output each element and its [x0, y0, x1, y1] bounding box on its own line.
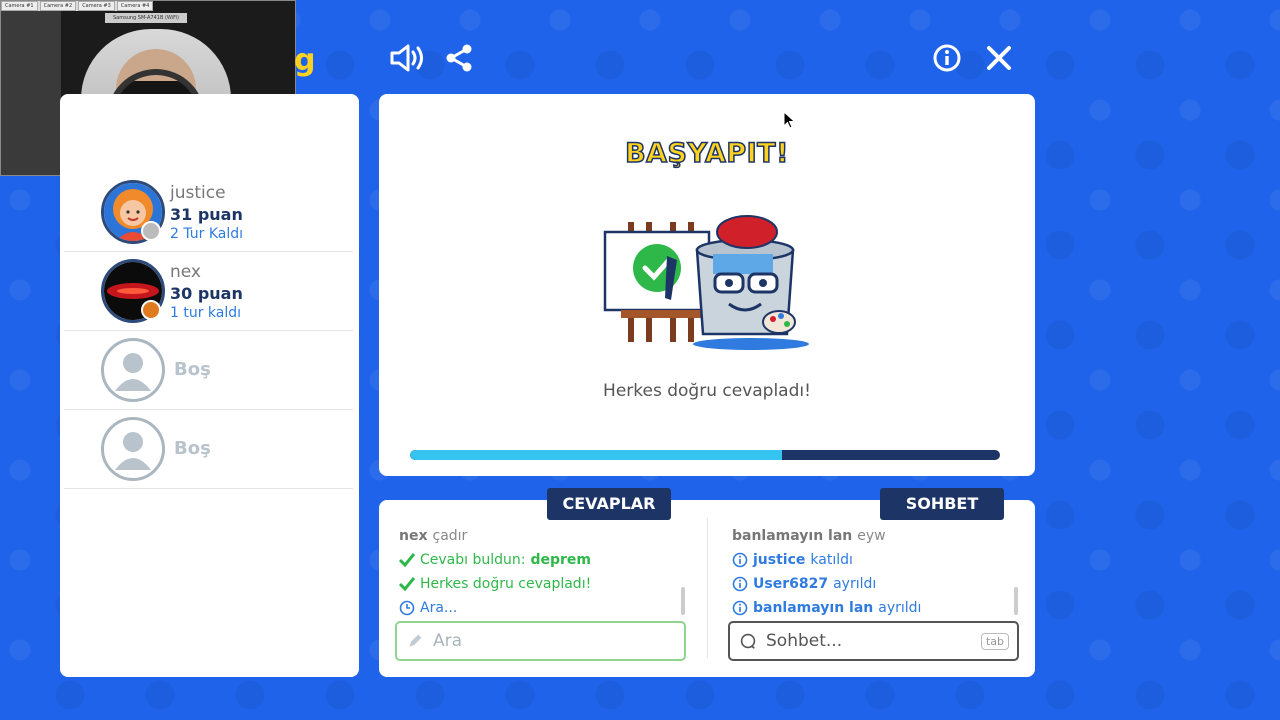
player-score: 31 puan — [170, 205, 243, 224]
result-card: BAŞYAPIT! Herkes doğru cevapladı! — [379, 94, 1035, 476]
logo-fragment: g — [294, 43, 316, 78]
tab-chat[interactable]: SOHBET — [880, 488, 1004, 520]
player-name: nex — [170, 262, 201, 282]
chat-user: banlamayın lan — [753, 600, 874, 616]
share-icon — [446, 44, 472, 72]
result-message: Herkes doğru cevapladı! — [603, 381, 811, 401]
player-row: nex 30 puan 1 tur kaldı — [64, 252, 353, 331]
message-text: katıldı — [810, 552, 853, 568]
message-text: Herkes doğru cevapladı! — [420, 576, 592, 592]
chat-list: banlamayın lan eyw justice katıldı User6… — [732, 524, 1022, 620]
list-item: Cevabı buldun: deprem — [399, 548, 689, 572]
webcam-tabs: Camera #1 Camera #2 Camera #3 Camera #4 — [1, 1, 154, 11]
message-text: çadır — [432, 528, 468, 544]
webcam-device-label: Samsung SM-A741B (WiFi) — [105, 13, 187, 23]
player-turns-left: 1 tur kaldı — [170, 305, 242, 321]
player-row-empty: Boş — [64, 331, 353, 410]
divider — [707, 518, 708, 658]
player-row-empty: Boş — [64, 410, 353, 489]
player-empty-label: Boş — [174, 438, 211, 459]
info-button[interactable] — [929, 40, 965, 76]
webcam-tab: Camera #3 — [78, 1, 115, 11]
webcam-tab: Camera #4 — [116, 1, 154, 11]
message-text: ayrıldı — [833, 576, 877, 592]
message-text: eyw — [857, 528, 886, 544]
mouse-cursor-icon — [783, 111, 795, 129]
status-indicator — [141, 221, 161, 241]
player-empty-label: Boş — [174, 359, 211, 380]
list-item: justice katıldı — [732, 548, 1022, 572]
players-panel: justice 31 puan 2 Tur Kaldı nex 30 puan … — [60, 94, 359, 677]
result-title: BAŞYAPIT! — [624, 137, 789, 170]
message-author: banlamayın lan — [732, 528, 853, 544]
status-indicator — [141, 300, 161, 320]
player-turns-left: 2 Tur Kaldı — [170, 226, 244, 242]
webcam-tab: Camera #2 — [39, 1, 77, 11]
answer-word: deprem — [530, 552, 592, 568]
painter-mascot-illustration — [603, 215, 809, 350]
webcam-side — [1, 1, 61, 175]
close-icon — [987, 46, 1011, 70]
empty-avatar-icon — [101, 338, 165, 402]
webcam-tab: Camera #1 — [1, 1, 38, 11]
player-name: justice — [170, 183, 226, 203]
chat-user: User6827 — [753, 576, 829, 592]
message-text: Cevabı buldun: — [420, 552, 526, 568]
message-author: nex — [399, 528, 428, 544]
message-text: ayrıldı — [878, 600, 922, 616]
pencil-icon — [407, 633, 423, 649]
tab-shortcut-hint: tab — [980, 633, 1009, 650]
list-item: Ara... — [399, 596, 689, 620]
round-progress-bar — [410, 450, 1000, 460]
info-icon — [933, 44, 961, 72]
info-icon — [732, 552, 748, 568]
close-button[interactable] — [981, 40, 1017, 76]
answer-input[interactable]: Ara — [395, 621, 686, 661]
player-score: 30 puan — [170, 284, 243, 303]
chat-bubble-icon — [740, 633, 756, 649]
speaker-icon — [390, 44, 423, 72]
progress-fill — [410, 450, 782, 460]
answer-input-placeholder: Ara — [433, 631, 463, 651]
list-item: Herkes doğru cevapladı! — [399, 572, 689, 596]
chat-user: justice — [753, 552, 806, 568]
answers-list: nex çadır Cevabı buldun: deprem Herkes d… — [399, 524, 689, 620]
tab-answers[interactable]: CEVAPLAR — [547, 488, 671, 520]
message-text: Ara... — [420, 600, 458, 616]
sound-button[interactable] — [388, 40, 424, 76]
info-icon — [732, 576, 748, 592]
chat-input-placeholder: Sohbet... — [766, 631, 843, 651]
list-item: User6827 ayrıldı — [732, 572, 1022, 596]
clock-icon — [399, 600, 415, 616]
share-button[interactable] — [441, 40, 477, 76]
check-icon — [399, 576, 415, 592]
answers-chat-card: nex çadır Cevabı buldun: deprem Herkes d… — [379, 500, 1035, 677]
check-icon — [399, 552, 415, 568]
list-item: banlamayın lan ayrıldı — [732, 596, 1022, 620]
chat-scrollbar[interactable] — [1014, 587, 1018, 615]
answers-scrollbar[interactable] — [681, 587, 685, 615]
empty-avatar-icon — [101, 417, 165, 481]
info-icon — [732, 600, 748, 616]
list-item: nex çadır — [399, 524, 689, 548]
list-item: banlamayın lan eyw — [732, 524, 1022, 548]
player-row: justice 31 puan 2 Tur Kaldı — [64, 173, 353, 252]
chat-input[interactable]: Sohbet... tab — [728, 621, 1019, 661]
